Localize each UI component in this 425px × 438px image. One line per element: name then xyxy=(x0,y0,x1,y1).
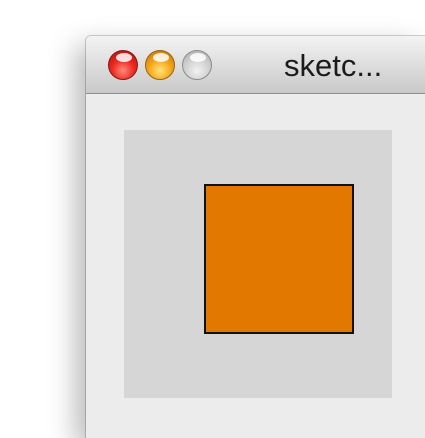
minimize-button[interactable] xyxy=(145,50,175,80)
orange-square xyxy=(204,184,354,334)
zoom-button[interactable] xyxy=(182,50,212,80)
title-bar[interactable]: sketc... xyxy=(86,36,425,94)
window-content xyxy=(86,94,425,438)
close-button[interactable] xyxy=(108,50,138,80)
window-title: sketc... xyxy=(284,48,383,83)
sketch-window: sketc... xyxy=(86,36,425,438)
sketch-canvas[interactable] xyxy=(124,130,392,398)
